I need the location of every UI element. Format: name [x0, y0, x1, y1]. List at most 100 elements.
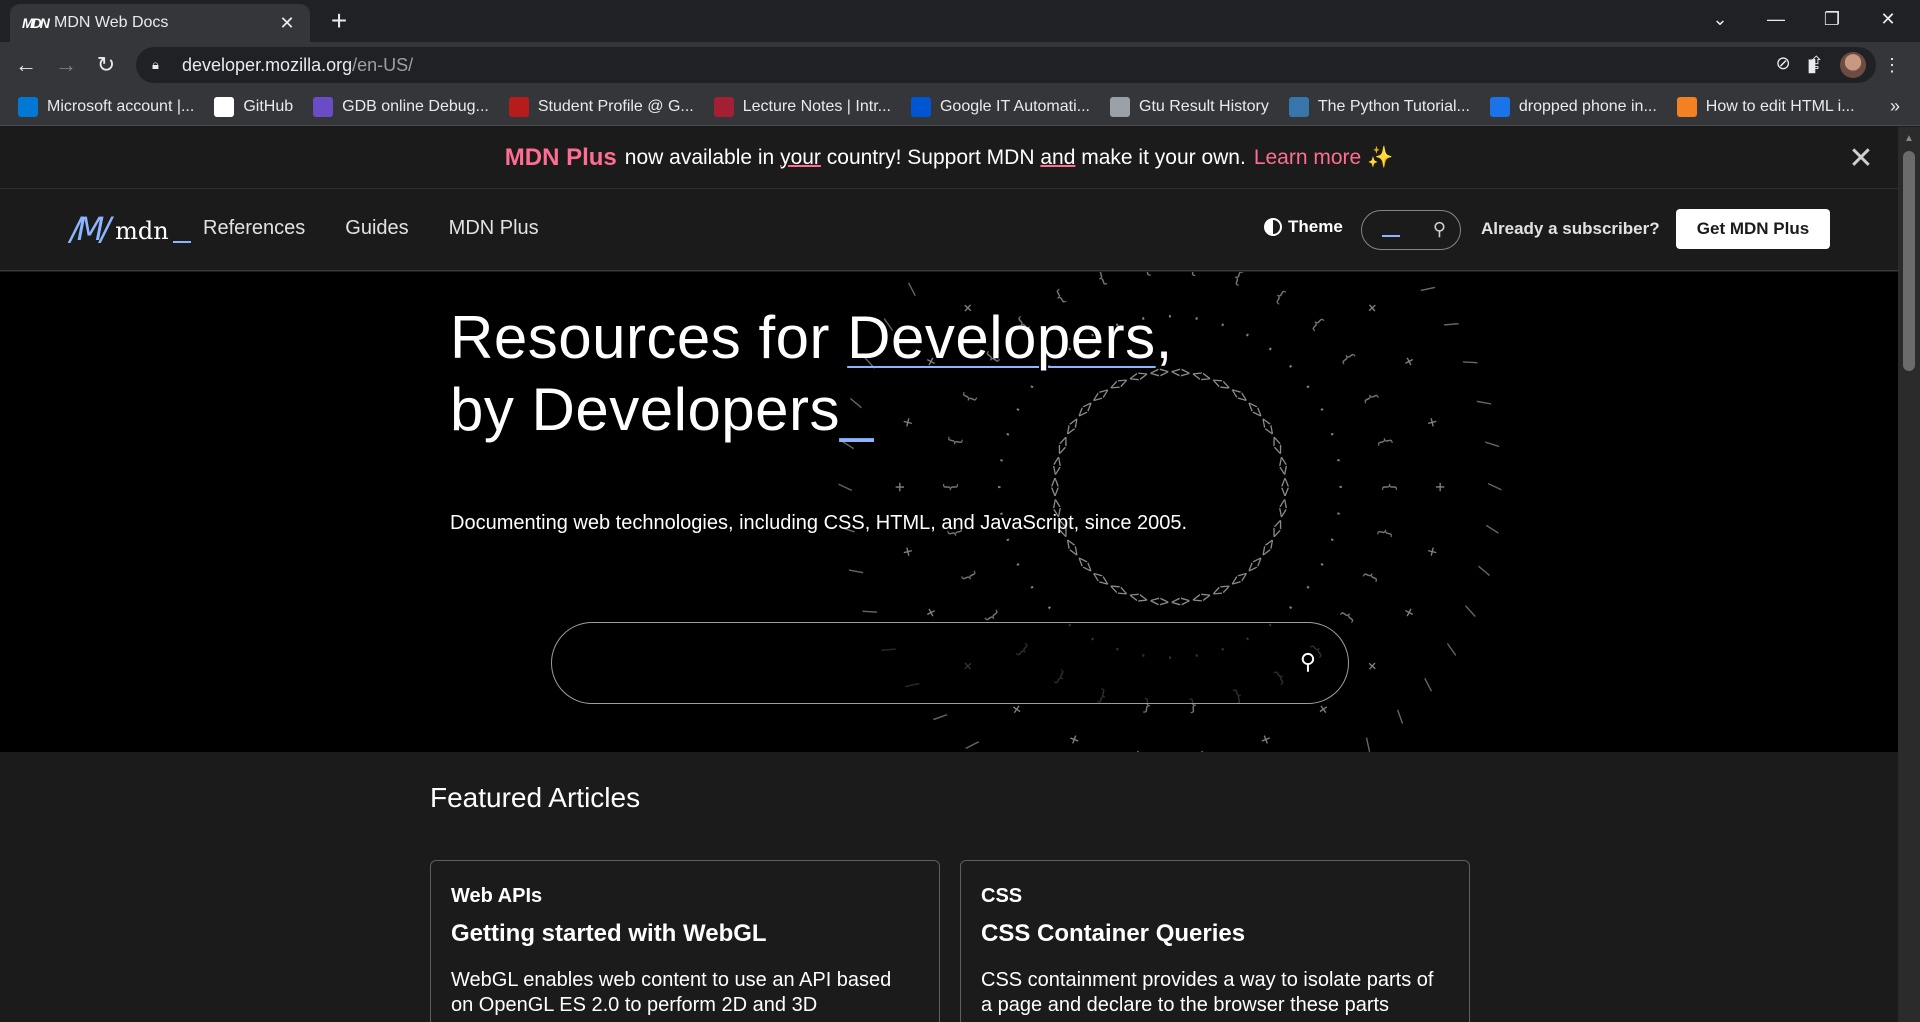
hero-glyph: · — [1215, 314, 1230, 335]
hero-glyph: / — [1483, 438, 1503, 450]
back-button[interactable]: ← — [12, 51, 40, 79]
article-title[interactable]: CSS Container Queries — [981, 920, 1449, 948]
header-search-button[interactable]: ⚲ — [1361, 210, 1461, 250]
scroll-up-icon[interactable]: ▲ — [1904, 133, 1914, 144]
hero-glyph: / — [1359, 735, 1378, 752]
hero-glyph: / — [1418, 279, 1439, 298]
bookmark-item[interactable]: dropped phone in... — [1489, 96, 1657, 117]
hero-glyph: + — [1066, 729, 1082, 750]
hero-glyph: · — [1328, 454, 1348, 466]
hero-glyph: · — [1311, 556, 1332, 573]
bookmark-label: Google IT Automati... — [939, 97, 1090, 115]
tab-close-icon[interactable]: ✕ — [276, 13, 298, 34]
hero-glyph: + — [890, 482, 909, 492]
nav-references[interactable]: References — [203, 217, 305, 240]
bookmark-label: Lecture Notes | Intr... — [742, 97, 891, 115]
bookmark-item[interactable]: Microsoft account |... — [18, 96, 194, 117]
reload-button[interactable]: ↻ — [92, 51, 120, 79]
hero-glyph: · — [1322, 427, 1343, 442]
url-path: /en-US/ — [352, 54, 414, 75]
hero-glyph: { — [1141, 272, 1153, 278]
article-title[interactable]: Getting started with WebGL — [451, 920, 919, 948]
scroll-thumb[interactable] — [1903, 151, 1915, 371]
address-bar[interactable]: 🔒︎ developer.mozilla.org/en-US/ ⊘ ⇪ ☆ — [136, 47, 1876, 83]
hero-glyph: + — [897, 545, 918, 559]
menu-icon[interactable]: ⋮ — [1878, 51, 1906, 79]
bookmark-item[interactable]: Lecture Notes | Intr... — [713, 96, 891, 117]
hero-glyph: <> — [1045, 455, 1067, 477]
stackoverflow-icon — [1676, 96, 1697, 117]
bookmark-item[interactable]: Gtu Result History — [1110, 96, 1269, 117]
featured-heading: Featured Articles — [430, 782, 641, 813]
school-icon — [508, 96, 529, 117]
bolt-icon — [313, 96, 334, 117]
hero-glyph: / — [930, 707, 950, 727]
restore-button[interactable]: ❐ — [1812, 0, 1852, 38]
lock-icon[interactable]: 🔒︎ — [152, 57, 172, 73]
bookmark-item[interactable]: Student Profile @ G... — [508, 96, 694, 117]
hero-glyph: / — [859, 604, 880, 620]
mdn-logo[interactable]: /M/ mdn — [70, 213, 191, 245]
hero-glyph: / — [1474, 564, 1495, 578]
hero-glyph: { — [1361, 568, 1382, 585]
banner-text-2: country! Support MDN — [826, 145, 1035, 169]
bookmark-label: How to edit HTML i... — [1705, 97, 1855, 115]
bookmarks-overflow-icon[interactable]: » — [1890, 96, 1900, 117]
nav-guides[interactable]: Guides — [345, 217, 408, 240]
hero-glyph: + — [1314, 272, 1333, 275]
hero-glyph: · — [991, 454, 1011, 466]
bookmark-item[interactable]: Google IT Automati... — [910, 96, 1090, 117]
search-cursor — [1382, 235, 1400, 237]
windows-icon — [18, 96, 38, 117]
hero-glyph: <> — [1276, 477, 1295, 496]
sparkle-icon: ✨ — [1367, 145, 1394, 169]
main-nav: References Guides MDN Plus — [203, 217, 539, 240]
hero-glyph: · — [1322, 532, 1343, 547]
side-panel-icon[interactable]: ▮ — [1798, 51, 1826, 79]
already-subscriber-link[interactable]: Already a subscriber? — [1481, 219, 1660, 239]
bookmark-item[interactable]: GDB online Debug... — [313, 96, 489, 117]
github-icon — [214, 96, 235, 117]
banner-close-icon[interactable]: ✕ — [1844, 141, 1878, 176]
hero-glyph: / — [1486, 482, 1505, 492]
browser-tab[interactable]: MDN MDN Web Docs ✕ — [10, 4, 310, 42]
hero-glyph: { — [1271, 285, 1289, 306]
nav-mdn-plus[interactable]: MDN Plus — [449, 217, 539, 240]
hero-glyph: / — [962, 735, 981, 752]
tab-search-icon[interactable]: ⌄ — [1700, 0, 1740, 38]
close-window-button[interactable]: ✕ — [1868, 0, 1908, 38]
page-scrollbar[interactable]: ▲ — [1898, 127, 1920, 1022]
banner-text-3: make it your own. — [1081, 145, 1246, 169]
bookmark-item[interactable]: The Python Tutorial... — [1288, 96, 1470, 117]
hero-subtitle: Documenting web technologies, including … — [450, 512, 1188, 534]
hero-glyph: + — [1362, 656, 1383, 676]
forward-button[interactable]: → — [52, 51, 80, 79]
article-card[interactable]: Web APIs Getting started with WebGL WebG… — [430, 860, 940, 1022]
theme-button[interactable]: Theme — [1264, 217, 1343, 237]
article-card[interactable]: CSS CSS Container Queries CSS containmen… — [960, 860, 1470, 1022]
hero-glyph: / — [1390, 707, 1410, 727]
avatar[interactable] — [1840, 52, 1866, 78]
globe-icon — [1110, 96, 1130, 117]
get-mdn-plus-button[interactable]: Get MDN Plus — [1676, 209, 1830, 249]
hero-glyph: · — [1280, 597, 1300, 617]
article-category[interactable]: CSS — [981, 885, 1449, 908]
learn-more-link[interactable]: Learn more — [1254, 146, 1361, 170]
hero-glyph: <> — [1170, 592, 1191, 613]
hero-glyph: · — [1328, 507, 1348, 519]
eye-off-icon[interactable]: ⊘ — [1776, 53, 1791, 74]
hero-search-input[interactable]: ⚲ — [551, 622, 1349, 704]
article-category[interactable]: Web APIs — [451, 885, 919, 908]
hero-search-icon[interactable]: ⚲ — [1300, 649, 1316, 675]
hero-glyph: { — [1231, 272, 1246, 288]
bookmark-label: GDB online Debug... — [342, 97, 489, 115]
bookmark-item[interactable]: How to edit HTML i... — [1676, 96, 1855, 117]
hero-glyph: · — [1331, 482, 1350, 492]
hero-glyph: / — [1460, 354, 1481, 370]
bookmark-label: Student Profile @ G... — [537, 97, 694, 115]
minimize-button[interactable]: — — [1756, 0, 1796, 38]
new-tab-button[interactable]: + — [325, 7, 353, 36]
banner-your: your — [780, 145, 821, 169]
hero-glyph: · — [1261, 339, 1280, 360]
bookmark-item[interactable]: GitHub — [214, 96, 293, 117]
